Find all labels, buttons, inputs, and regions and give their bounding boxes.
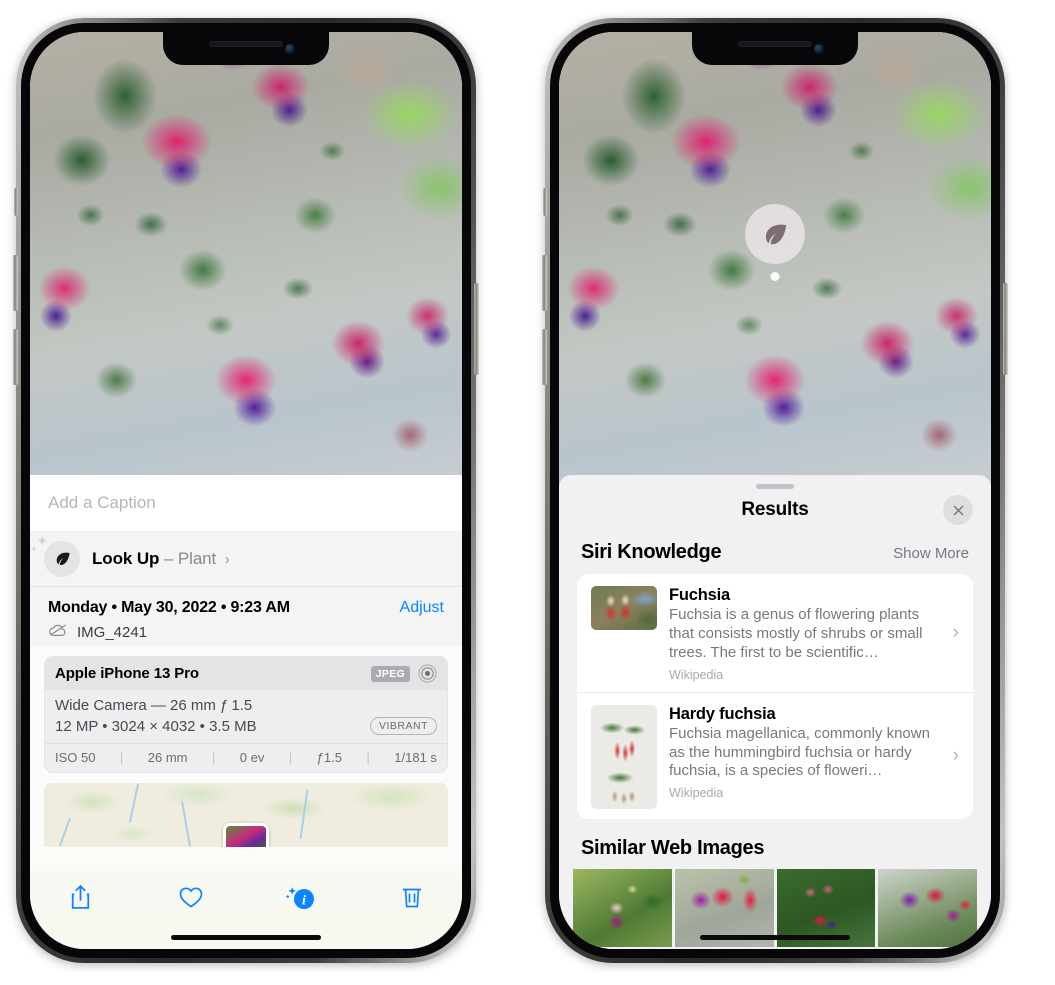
siri-knowledge-header: Siri Knowledge Show More (559, 537, 991, 574)
screen-right: Results Siri Knowledge Show More Fuchsia… (559, 32, 991, 949)
location-map[interactable] (44, 783, 448, 847)
volume-up-button[interactable] (542, 255, 547, 311)
camera-card-body: Wide Camera — 26 mm ƒ 1.5 12 MP • 3024 ×… (45, 690, 447, 743)
result-title: Hardy fuchsia (669, 704, 776, 723)
exif-separator: | (288, 750, 293, 765)
svg-text:i: i (302, 894, 306, 909)
visual-lookup-anchor-dot (770, 272, 780, 281)
results-title: Results (741, 499, 809, 520)
photo-info-sheet: Add a Caption ✦ ✦ Look Up – Plant › Mond… (30, 475, 462, 949)
look-up-dash: – (163, 548, 174, 568)
show-more-button[interactable]: Show More (893, 545, 969, 562)
chevron-right-icon: › (952, 744, 959, 766)
result-description: Fuchsia magellanica, commonly known as t… (669, 724, 930, 780)
home-indicator[interactable] (700, 935, 850, 940)
volume-up-button[interactable] (13, 255, 18, 311)
adjust-button[interactable]: Adjust (400, 599, 444, 617)
exif-separator: | (119, 750, 124, 765)
exif-aperture: ƒ1.5 (316, 750, 342, 765)
result-thumbnail (591, 704, 657, 809)
visual-lookup-leaf-badge[interactable] (745, 204, 805, 264)
result-description: Fuchsia is a genus of flowering plants t… (669, 606, 923, 661)
share-button[interactable] (58, 877, 102, 917)
iphone-right-device: Results Siri Knowledge Show More Fuchsia… (542, 18, 1008, 963)
list-item[interactable]: Fuchsia Fuchsia is a genus of flowering … (577, 574, 973, 692)
delete-button[interactable] (390, 877, 434, 917)
earpiece-speaker (209, 41, 283, 47)
lens-icon (418, 664, 437, 683)
siri-knowledge-title: Siri Knowledge (581, 541, 722, 563)
mute-switch[interactable] (543, 188, 547, 216)
photo-metadata-block: Monday • May 30, 2022 • 9:23 AM Adjust I… (30, 587, 462, 646)
similar-web-image[interactable] (878, 868, 977, 947)
result-title: Fuchsia (669, 586, 730, 604)
chevron-right-icon: › (224, 550, 230, 568)
power-button[interactable] (474, 283, 479, 375)
exif-iso: ISO 50 (55, 750, 96, 765)
device-bezel: Add a Caption ✦ ✦ Look Up – Plant › Mond… (21, 23, 471, 958)
screen-left: Add a Caption ✦ ✦ Look Up – Plant › Mond… (30, 32, 462, 949)
results-sheet: Results Siri Knowledge Show More Fuchsia… (559, 475, 991, 949)
file-format-badge: JPEG (370, 665, 410, 682)
similar-web-images-title: Similar Web Images (581, 836, 765, 859)
camera-model: Apple iPhone 13 Pro (55, 665, 199, 682)
iphone-left-device: Add a Caption ✦ ✦ Look Up – Plant › Mond… (13, 18, 479, 963)
look-up-text: Look Up (92, 548, 160, 568)
favorite-button[interactable] (169, 877, 213, 917)
camera-card-header: Apple iPhone 13 Pro JPEG (45, 657, 447, 690)
exif-shutter: 1/181 s (394, 750, 437, 765)
caption-input[interactable]: Add a Caption (48, 493, 156, 513)
photo-viewer-image[interactable] (30, 32, 462, 490)
exif-exposure: 0 ev (239, 750, 265, 765)
leaf-icon: ✦ ✦ (30, 534, 80, 577)
device-bezel: Results Siri Knowledge Show More Fuchsia… (550, 23, 1000, 958)
look-up-label: Look Up – Plant › (92, 549, 230, 569)
similar-web-image[interactable] (573, 868, 672, 947)
home-indicator[interactable] (171, 935, 321, 940)
device-notch (163, 32, 329, 65)
photo-filename: IMG_4241 (77, 624, 148, 641)
earpiece-speaker (738, 41, 812, 47)
look-up-row[interactable]: ✦ ✦ Look Up – Plant › (30, 531, 462, 587)
results-header: Results (559, 475, 991, 537)
caption-input-row[interactable]: Add a Caption (30, 475, 462, 531)
map-photo-pin[interactable] (223, 823, 269, 847)
exif-row: ISO 50 | 26 mm | 0 ev | ƒ1.5 | 1/181 s (45, 743, 447, 772)
look-up-subject: Plant (177, 548, 217, 568)
result-thumbnail (591, 586, 657, 630)
device-notch (692, 32, 858, 65)
volume-down-button[interactable] (13, 329, 18, 385)
photo-date: Monday • May 30, 2022 • 9:23 AM (48, 599, 290, 616)
mute-switch[interactable] (14, 188, 18, 216)
image-spec: 12 MP • 3024 × 4032 • 3.5 MB (55, 717, 257, 735)
exif-focal: 26 mm (147, 750, 188, 765)
screenshot-canvas: Add a Caption ✦ ✦ Look Up – Plant › Mond… (0, 0, 1055, 985)
exif-separator: | (211, 750, 216, 765)
info-button[interactable]: i (279, 877, 323, 917)
cloud-slash-icon (48, 623, 68, 642)
siri-knowledge-card: Fuchsia Fuchsia is a genus of flowering … (577, 574, 973, 819)
result-source: Wikipedia (669, 786, 724, 801)
chevron-right-icon: › (952, 621, 959, 643)
close-button[interactable] (943, 495, 973, 525)
camera-info-card: Apple iPhone 13 Pro JPEG Wide Camera — 2… (44, 656, 448, 773)
volume-down-button[interactable] (542, 329, 547, 385)
color-profile-badge: VIBRANT (369, 717, 437, 735)
power-button[interactable] (1003, 283, 1008, 375)
result-source: Wikipedia (669, 667, 724, 682)
list-item[interactable]: Hardy fuchsia Fuchsia magellanica, commo… (577, 691, 973, 819)
lens-description: Wide Camera — 26 mm ƒ 1.5 (55, 697, 253, 714)
front-camera-icon (285, 44, 295, 54)
exif-separator: | (366, 750, 370, 765)
front-camera-icon (814, 44, 824, 54)
sparkle-small-icon: ✦ (30, 543, 38, 554)
